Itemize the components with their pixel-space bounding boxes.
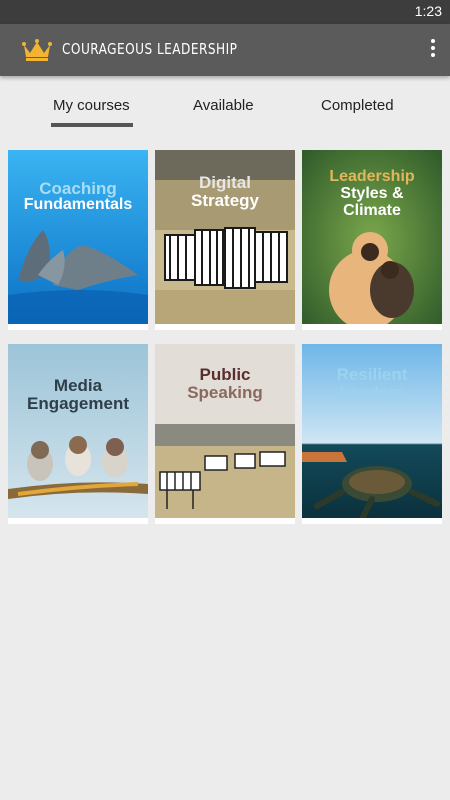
course-title-line2: Strategy: [190, 191, 260, 210]
course-title-line2: Leaders: [339, 383, 405, 402]
course-card-leadership-styles[interactable]: Leadership Styles & Climate: [302, 150, 442, 330]
status-time: 1:23: [414, 3, 442, 19]
course-card-coaching-fundamentals[interactable]: Coaching Fundamentals: [8, 150, 148, 330]
tab-available[interactable]: Available: [193, 97, 254, 114]
course-title-line2: Styles &: [340, 185, 404, 202]
dolphins-image: [8, 150, 148, 324]
course-title-line3: Climate: [343, 202, 401, 219]
course-title-line1: Resilient: [336, 365, 408, 384]
app-title: COURAGEOUS LEADERSHIP: [62, 40, 238, 58]
more-vert-icon[interactable]: [428, 36, 438, 64]
course-card-resilient-leaders[interactable]: Resilient Leaders: [302, 344, 442, 524]
tab-my-courses[interactable]: My courses: [53, 97, 130, 114]
course-title-line2: Engagement: [26, 394, 130, 413]
birds-image: [8, 344, 148, 518]
course-title-line1: Leadership: [329, 168, 415, 185]
tab-indicator: [51, 123, 133, 127]
course-title-line2: Speaking: [187, 383, 263, 402]
status-bar: 1:23: [0, 0, 450, 24]
tab-completed[interactable]: Completed: [321, 97, 394, 114]
course-card-public-speaking[interactable]: Public Speaking: [155, 344, 295, 524]
course-card-media-engagement[interactable]: Media Engagement: [8, 344, 148, 524]
course-title-line1: Digital: [199, 173, 251, 192]
course-title-line1: Media: [53, 376, 103, 395]
crown-icon: [22, 39, 52, 61]
course-title-line2: Fundamentals: [23, 196, 133, 213]
course-title-line1: Public: [199, 365, 251, 384]
course-card-digital-strategy[interactable]: Digital Strategy: [155, 150, 295, 330]
app-bar: COURAGEOUS LEADERSHIP: [0, 24, 450, 76]
